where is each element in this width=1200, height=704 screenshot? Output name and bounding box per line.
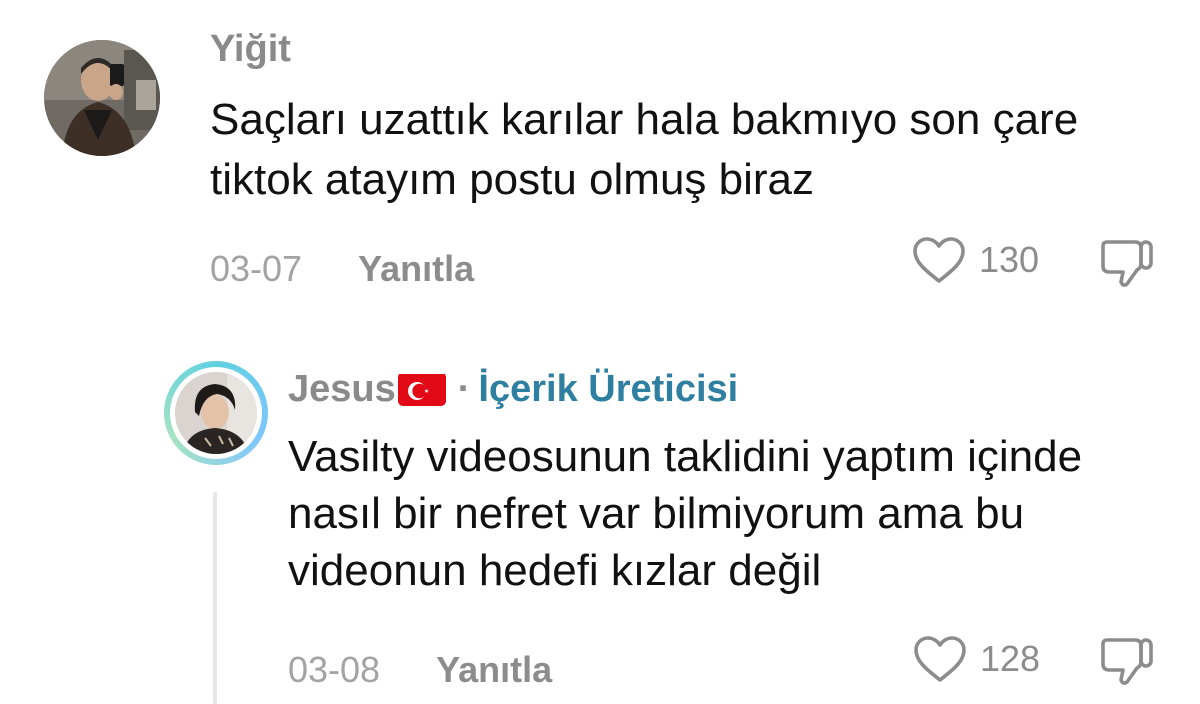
thread-line xyxy=(213,492,217,704)
heart-outline-icon xyxy=(913,237,965,283)
like-button[interactable]: 128 xyxy=(912,634,1040,684)
creator-badge: İçerik Üreticisi xyxy=(478,368,739,410)
like-count: 130 xyxy=(979,239,1040,280)
heart-outline-icon xyxy=(914,636,966,682)
comment-thread: Yiğit Saçları uzattık karılar hala bakmı… xyxy=(0,0,1200,704)
separator-dot: · xyxy=(457,368,471,410)
turkey-flag-icon xyxy=(397,372,446,406)
reply-button[interactable]: Yanıtla xyxy=(436,649,552,691)
reply-meta: 03-08 Yanıtla xyxy=(288,645,552,695)
author-name[interactable]: Jesus xyxy=(288,365,396,413)
reply-header: Jesus · İçerik Üreticisi xyxy=(288,365,738,413)
comment-date: 03-07 xyxy=(210,248,303,289)
comment: Yiğit Saçları uzattık karılar hala bakmı… xyxy=(0,0,1200,320)
like-button[interactable]: 130 xyxy=(911,235,1039,285)
reply-button[interactable]: Yanıtla xyxy=(358,248,474,290)
reply-text: Vasilty videosunun taklidini yaptım için… xyxy=(288,432,1083,595)
reply-date: 03-08 xyxy=(288,649,381,690)
thumbs-down-icon[interactable] xyxy=(1099,632,1157,686)
creator-avatar[interactable] xyxy=(164,361,268,465)
like-count: 128 xyxy=(980,638,1041,679)
avatar[interactable] xyxy=(44,40,160,156)
author-name[interactable]: Yiğit xyxy=(210,27,291,71)
thumbs-down-icon[interactable] xyxy=(1099,234,1157,288)
comment-meta: 03-07 Yanıtla xyxy=(210,244,474,294)
comment-text: Saçları uzattık karılar hala bakmıyo son… xyxy=(210,95,1079,204)
